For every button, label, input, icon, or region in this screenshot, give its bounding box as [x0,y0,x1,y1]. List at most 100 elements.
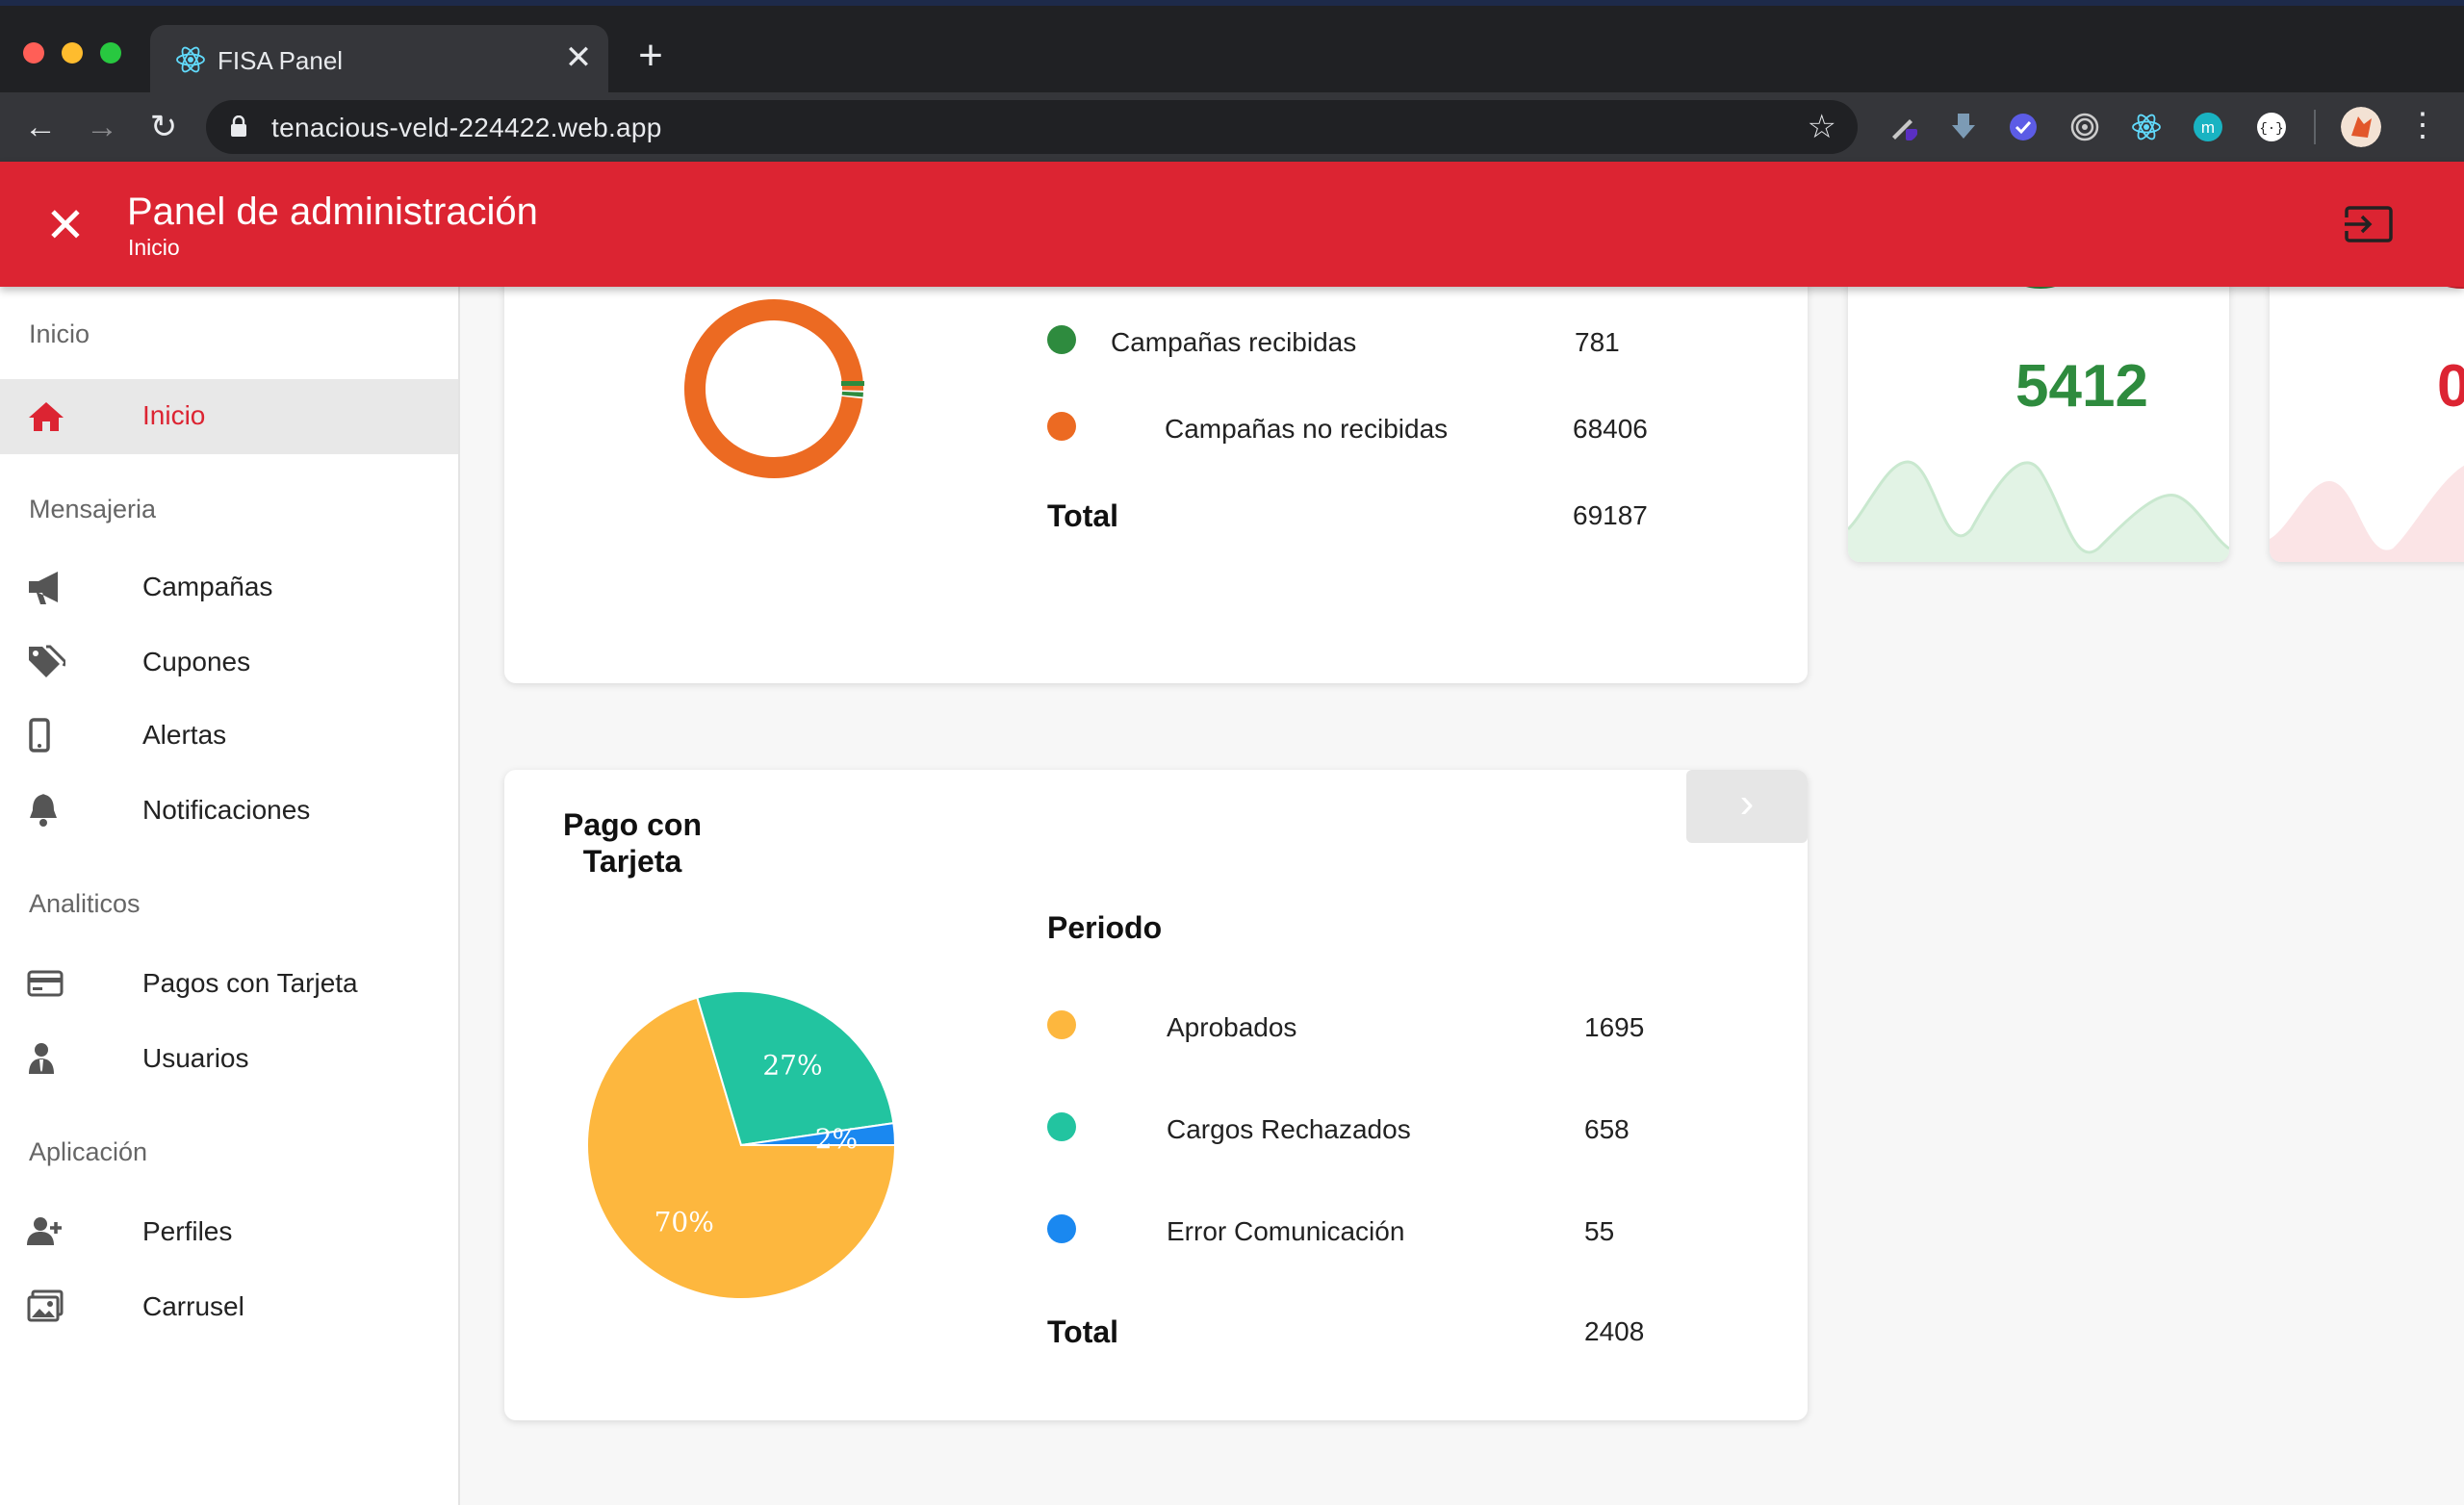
stat-value-green: 5412 [2015,353,2148,420]
sidebar-item-pagos-con-tarjeta[interactable]: Pagos con Tarjeta [0,947,458,1022]
sidebar-item-campanas[interactable]: Campañas [0,550,458,625]
megaphone-icon [29,572,58,604]
section-aplicacion: Aplicación [29,1137,148,1166]
legend-value-comm-error: 55 [1584,1216,1615,1246]
total-label: Total [1047,1314,1119,1349]
sidebar-item-inicio[interactable]: Inicio [0,379,458,454]
payments-title-line-1: Pago con [562,807,702,842]
sidebar-item-perfiles[interactable]: Perfiles [0,1195,458,1270]
maximize-window-button[interactable] [100,42,121,64]
sidebar: Inicio Inicio Mensajeria Campañas Cupone… [0,287,460,1505]
sidebar-item-label: Carrusel [142,1291,244,1321]
page-title: Panel de administración [127,191,538,233]
pen-extension-icon[interactable] [1888,112,1919,142]
payments-card-title: Pago con Tarjeta [527,806,737,880]
section-inicio: Inicio [29,319,90,348]
legend-label-rejected: Cargos Rechazados [1167,1114,1411,1144]
sidebar-item-label: Inicio [142,400,206,430]
bell-icon [30,794,57,827]
sidebar-item-alertas[interactable]: Alertas [0,699,458,774]
donut-slice-1 [684,299,863,478]
legend-dot-comm-error [1047,1214,1076,1243]
section-mensajeria: Mensajeria [29,495,157,523]
tab-close-icon[interactable]: ✕ [562,38,595,77]
total-label: Total [1047,498,1119,533]
target-icon[interactable] [2069,112,2100,142]
legend-dot-received [1047,325,1076,354]
react-devtools-icon[interactable] [2131,112,2162,142]
period-label: Periodo [1047,910,1163,945]
sidebar-item-label: Usuarios [142,1043,249,1073]
legend-value-not-received: 68406 [1573,414,1648,444]
sidebar-item-label: Pagos con Tarjeta [142,968,358,998]
total-value: 69187 [1573,500,1648,530]
minimize-window-button[interactable] [62,42,83,64]
legend-value-rejected: 658 [1584,1114,1630,1144]
sidebar-item-carrusel[interactable]: Carrusel [0,1270,458,1345]
legend-label-received: Campañas recibidas [1111,327,1357,357]
logout-icon[interactable] [2345,206,2393,242]
credit-card-icon [27,970,64,997]
total-value: 2408 [1584,1316,1645,1346]
legend-dot-approved [1047,1010,1076,1039]
sidebar-item-label: Alertas [142,720,227,750]
donut-slices [684,299,864,478]
sidebar-item-usuarios[interactable]: Usuarios [0,1022,458,1097]
forward-button[interactable]: → [81,106,123,148]
sidebar-item-label: Perfiles [142,1216,233,1246]
sidebar-item-cupones[interactable]: Cupones [0,625,458,701]
svg-text:m: m [2201,118,2215,137]
images-icon [27,1289,64,1322]
app-header: ✕ Panel de administración Inicio [0,162,2464,287]
legend-label-comm-error: Error Comunicación [1167,1216,1405,1246]
sidebar-item-label: Cupones [142,647,251,676]
stat-red-sparkline [2270,465,2464,562]
legend-value-approved: 1695 [1584,1012,1645,1042]
m-extension-icon[interactable]: m [2193,112,2223,142]
sidebar-item-notificaciones[interactable]: Notificaciones [0,774,458,849]
react-favicon-icon [176,46,205,73]
toolbar-divider [2314,110,2316,144]
address-bar[interactable]: tenacious-veld-224422.web.app ☆ [206,100,1858,154]
stat-green-sparkline [1848,460,2229,562]
browser-menu-icon[interactable]: ⋮ [2406,106,2439,144]
campaigns-card: Campañas recibidas 781 Campañas no recib… [504,221,1808,683]
stat-value-red: 0 [2437,353,2464,420]
new-tab-button[interactable]: + [631,35,670,77]
next-period-button[interactable]: › [1686,770,1808,843]
profile-avatar-icon[interactable] [2341,107,2381,147]
home-icon [29,402,64,431]
legend-dot-not-received [1047,412,1076,441]
donut-slice-received-mark [841,381,864,386]
bookmark-star-icon[interactable]: ☆ [1808,108,1836,146]
payments-title-line-2: Tarjeta [582,844,682,879]
download-arrow-icon[interactable] [1948,112,1979,142]
pie-slice-label-1: 27% [762,1049,822,1081]
check-badge-icon[interactable] [2008,112,2039,142]
sidebar-item-label: Campañas [142,572,273,601]
legend-dot-rejected [1047,1112,1076,1141]
pie-slices: 70% 27% 2% [586,990,897,1300]
browser-tab-bar: FISA Panel ✕ + [0,0,2464,92]
pie-slice-label-0: 70% [654,1207,714,1238]
back-button[interactable]: ← [19,106,62,148]
brackets-extension-icon[interactable]: {·} [2256,112,2287,142]
sidebar-item-label: Notificaciones [142,795,311,825]
close-window-button[interactable] [23,42,44,64]
tags-icon [29,645,65,677]
system-menu-bar-strip [0,0,2464,6]
legend-value-received: 781 [1575,327,1620,357]
close-drawer-icon[interactable]: ✕ [44,201,87,249]
payments-card: Pago con Tarjeta Periodo 70% 27% 2% Aproba… [504,770,1808,1420]
browser-toolbar: ← → ↻ tenacious-veld-224422.web.app ☆ m … [0,92,2464,162]
reload-button[interactable]: ↻ [142,106,185,148]
url-text: tenacious-veld-224422.web.app [271,113,662,142]
page-subtitle: Inicio [128,235,180,260]
lock-icon [231,115,246,137]
section-analiticos: Analiticos [29,889,141,918]
mobile-phone-icon [29,718,50,752]
svg-text:{·}: {·} [2259,121,2283,137]
legend-label-not-received: Campañas no recibidas [1165,414,1449,444]
tab-title: FISA Panel [218,46,344,75]
browser-tab[interactable]: FISA Panel ✕ [150,25,608,92]
